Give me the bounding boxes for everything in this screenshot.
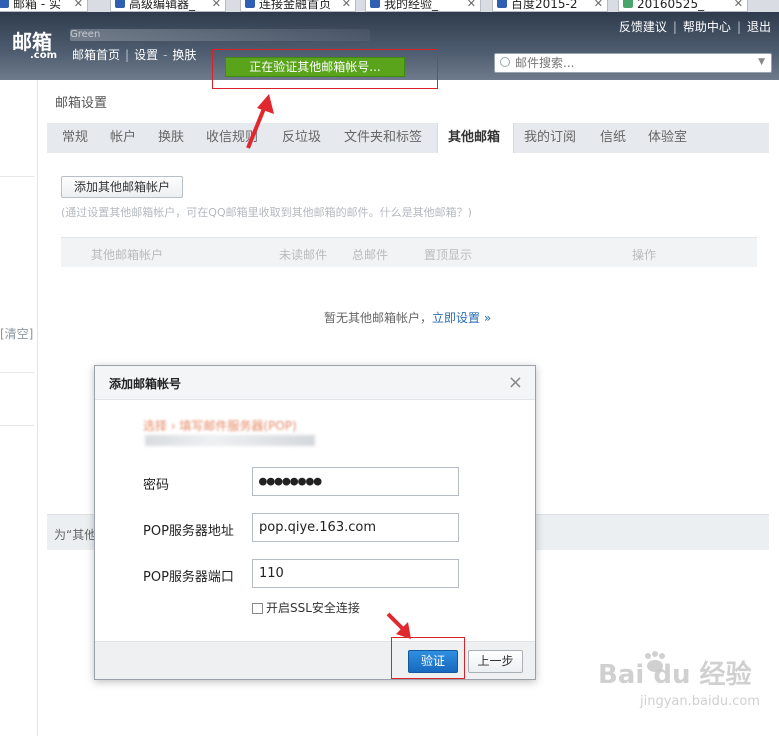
tab-label: 百度2015-2 [511,0,578,11]
column-header: 操作 [632,248,657,262]
link-separator: | [672,20,677,34]
close-icon[interactable]: ✕ [74,0,83,11]
password-label: 密码 [143,478,170,493]
close-icon[interactable]: ✕ [594,0,603,11]
search-icon [500,57,510,67]
divider [0,176,34,177]
favicon-icon [245,0,255,8]
close-icon[interactable]: × [508,372,523,393]
column-header: 其他邮箱帐户 [91,248,164,262]
annotation-arrow-icon [246,94,274,149]
redacted-account [145,435,315,446]
empty-text: 暂无其他邮箱帐户， [324,311,433,325]
tab-folders[interactable]: 文件夹和标签 [344,123,422,153]
nav-separator: | [125,48,130,62]
dialog-title: 添加邮箱帐号 [109,377,182,391]
top-nav: 邮箱首页 | 设置 - 换肤 [72,46,196,63]
favicon-icon [115,0,125,8]
divider [0,372,34,373]
nav-settings-link[interactable]: 设置 [134,48,158,62]
footer-text: 为“其他 [54,528,97,542]
ssl-checkbox[interactable] [252,603,263,614]
tab-label: 连接金融首页 [259,0,332,11]
add-account-dialog: 添加邮箱帐号 × 选择 › 填写邮件服务器(POP) 密码 ●●●●●●●● P… [94,365,536,680]
logout-link[interactable]: 退出 [747,20,771,34]
pop-server-label: POP服务器地址 [143,524,234,539]
tab-stationery[interactable]: 信纸 [600,123,626,153]
browser-tab-strip: 邮箱 - 实 ✕ 高级编辑器_ ✕ 连接金融首页 ✕ 我的经验_ ✕ 百度2015-2 ✕… [0,0,779,12]
search-input[interactable] [515,55,745,71]
nav-separator: - [163,48,168,62]
mail-search[interactable]: ▼ [494,53,772,73]
tab-general[interactable]: 常规 [62,123,88,153]
pop-port-label: POP服务器端口 [143,570,234,585]
tab-lab[interactable]: 体验室 [648,123,687,153]
close-icon[interactable]: ✕ [734,0,743,11]
chevron-down-icon[interactable]: ▼ [758,57,765,67]
tab-spam[interactable]: 反垃圾 [282,123,321,153]
close-icon[interactable]: ✕ [467,0,476,11]
watermark: Bai du 经验 [598,660,752,690]
column-header: 置顶显示 [424,248,473,262]
favicon-icon [370,0,380,8]
pop-server-field[interactable]: pop.qiye.163.com [252,513,459,542]
browser-tab[interactable]: 百度2015-2 ✕ [492,0,608,12]
browser-tab[interactable]: 邮箱 - 实 ✕ [0,0,88,12]
help-link[interactable]: 帮助中心 [683,20,731,34]
dialog-header: 添加邮箱帐号 × [95,366,535,400]
annotation-box-verify [391,637,465,679]
browser-tab[interactable]: 20160525_ ✕ [618,0,748,12]
tab-label: 我的经验_ [384,0,439,11]
column-header: 未读邮件 [279,248,328,262]
previous-step-button[interactable]: 上一步 [468,650,523,673]
browser-tab[interactable]: 连接金融首页 ✕ [240,0,356,12]
nav-skin-link[interactable]: 换肤 [172,48,196,62]
table-header: 其他邮箱帐户 未读邮件 总邮件 置顶显示 操作 [61,237,757,267]
favicon-icon [0,0,9,8]
setup-now-link[interactable]: 立即设置 » [432,311,491,325]
dialog-footer: 验证 上一步 [95,641,535,679]
nav-home-link[interactable]: 邮箱首页 [72,48,120,62]
account-name: Green [70,29,370,41]
browser-tab[interactable]: 高级编辑器_ ✕ [110,0,226,12]
tab-account[interactable]: 帐户 [110,123,136,153]
tab-skin[interactable]: 换肤 [158,123,184,153]
step-breadcrumb: 选择 › 填写邮件服务器(POP) [143,419,297,433]
close-icon[interactable]: ✕ [342,0,351,11]
feedback-link[interactable]: 反馈建议 [619,20,667,34]
left-sidebar: [清空] [0,80,38,736]
pop-port-field[interactable]: 110 [252,559,459,588]
status-banner: 正在验证其他邮箱帐号... [225,57,405,77]
page-title: 邮箱设置 [55,96,108,111]
divider [0,425,34,426]
watermark-url: jingyan.baidu.com [640,694,760,709]
ssl-label: 开启SSL安全连接 [266,601,360,615]
help-hint: (通过设置其他邮箱帐户，可在QQ邮箱里收取到其他邮箱的邮件。什么是其他邮箱？) [61,206,472,219]
tab-subscriptions[interactable]: 我的订阅 [524,123,576,153]
ssl-option[interactable]: 开启SSL安全连接 [252,599,360,616]
mail-logo-domain: .com [30,50,58,61]
annotation-arrow-icon [386,612,411,639]
tab-other-mailbox[interactable]: 其他邮箱 [437,123,514,153]
header-links: 反馈建议 | 帮助中心 | 退出 [619,18,771,35]
favicon-icon [623,0,633,8]
add-other-mailbox-button[interactable]: 添加其他邮箱帐户 [61,176,183,198]
empty-state: 暂无其他邮箱帐户，立即设置 » [324,309,491,326]
tab-label: 邮箱 - 实 [13,0,61,11]
link-separator: | [736,20,741,34]
settings-tabs: 常规 帐户 换肤 收信规则 反垃圾 文件夹和标签 其他邮箱 我的订阅 信纸 体验… [47,123,769,153]
clear-link[interactable]: [清空] [0,325,33,342]
browser-tab[interactable]: 我的经验_ ✕ [365,0,481,12]
column-header: 总邮件 [352,248,389,262]
close-icon[interactable]: ✕ [212,0,221,11]
tab-label: 高级编辑器_ [129,0,196,11]
tab-label: 20160525_ [637,0,705,11]
password-field[interactable]: ●●●●●●●● [252,467,459,496]
favicon-icon [497,0,507,8]
